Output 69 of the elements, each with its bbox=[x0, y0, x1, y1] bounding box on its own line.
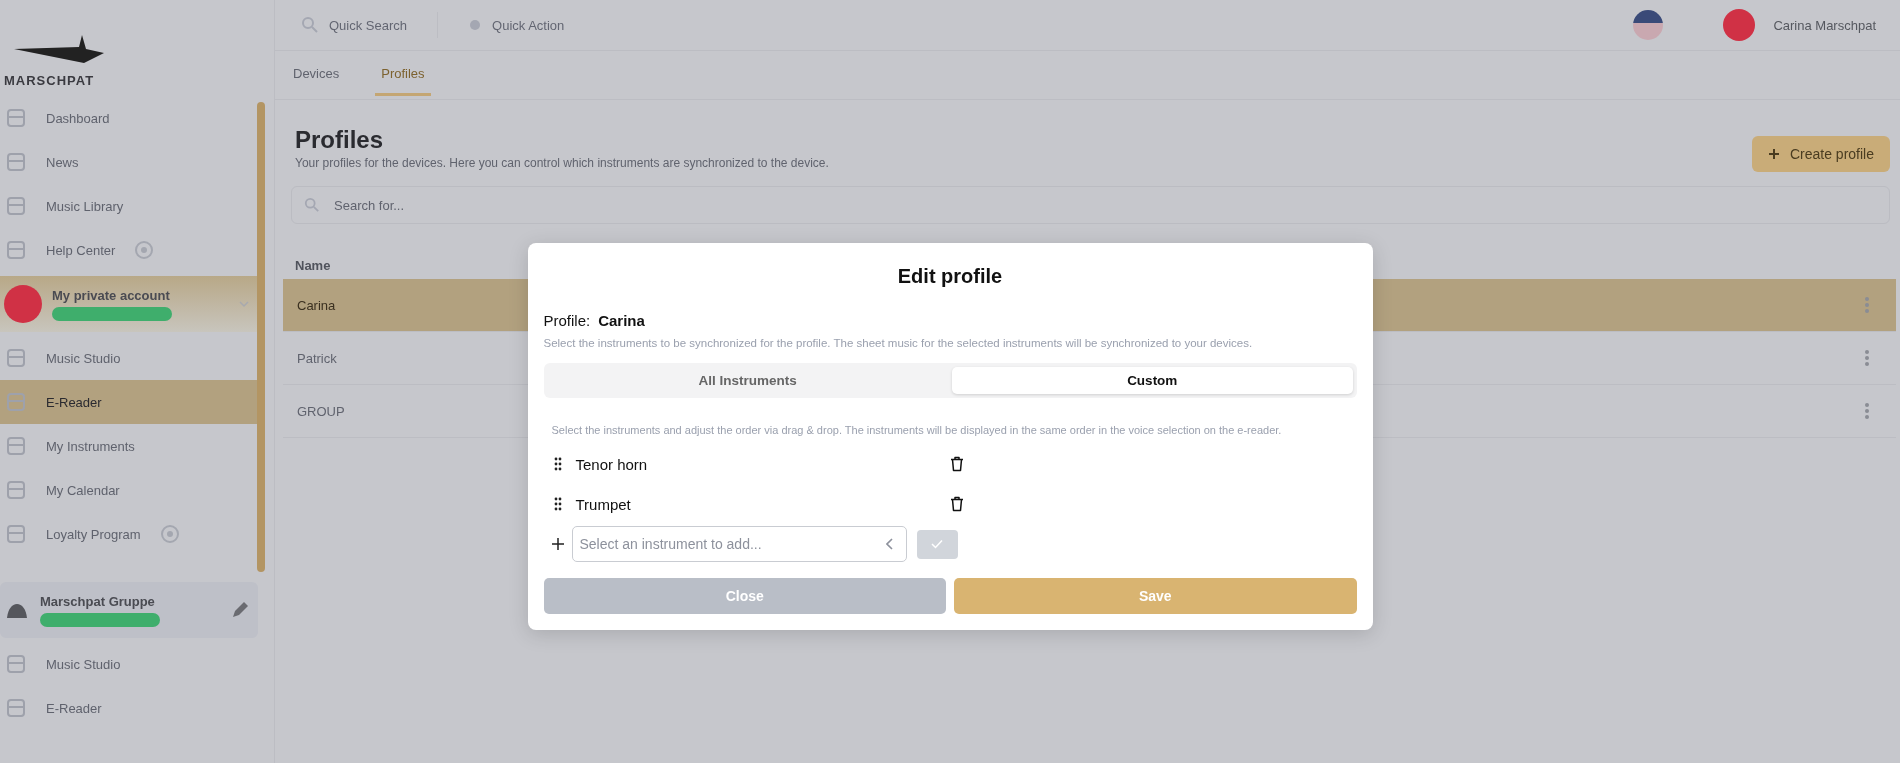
tab[interactable]: Profiles bbox=[375, 54, 431, 96]
account-name: My private account bbox=[52, 287, 171, 303]
sidebar-item[interactable]: Music Studio bbox=[0, 642, 258, 686]
avatar-icon bbox=[4, 285, 42, 323]
sidebar-item[interactable]: Help Center bbox=[0, 228, 258, 272]
info-icon bbox=[135, 241, 154, 259]
page-title: Profiles bbox=[295, 126, 385, 154]
column-header: Name bbox=[294, 257, 331, 275]
sidebar-item[interactable]: My Instruments bbox=[0, 424, 258, 468]
trash-icon[interactable] bbox=[949, 496, 964, 512]
user-name[interactable]: Carina Marschpat bbox=[1773, 17, 1876, 33]
square-icon bbox=[6, 152, 26, 172]
profile-label: Profile: bbox=[543, 312, 591, 329]
table-cell[interactable]: Carina bbox=[297, 297, 336, 313]
plus-icon[interactable] bbox=[551, 538, 564, 550]
square-icon bbox=[6, 240, 26, 260]
avatar-icon[interactable] bbox=[1723, 9, 1756, 41]
create-profile-button[interactable]: Create profile bbox=[1751, 136, 1890, 172]
logo-text: MARSCHPAT bbox=[4, 73, 96, 88]
dialog-description: Select the instruments to be synchronized for the profile. The sheet music for the selected instruments will be synchronized to your devices. bbox=[543, 337, 1254, 349]
tab[interactable]: Devices bbox=[287, 54, 346, 96]
square-icon bbox=[6, 392, 26, 412]
save-button[interactable]: Save bbox=[954, 578, 1357, 614]
profile-name: Carina bbox=[598, 312, 645, 329]
trash-icon[interactable] bbox=[949, 456, 964, 472]
chevron-icon bbox=[885, 538, 894, 550]
pencil-icon bbox=[230, 600, 250, 620]
dialog-title: Edit profile bbox=[896, 265, 1004, 288]
account-card[interactable]: My private account bbox=[0, 276, 258, 332]
table-cell[interactable]: GROUP bbox=[297, 403, 345, 419]
search-field[interactable]: Search for... bbox=[291, 186, 1890, 224]
grip-icon[interactable] bbox=[553, 457, 562, 471]
instructions-text: Select the instruments and adjust the order via drag & drop. The instruments will be displayed in the same order in the voice selection on the e-reader. bbox=[551, 424, 1283, 436]
sidebar-item[interactable]: My Calendar bbox=[0, 468, 258, 512]
group-card[interactable]: Marschpat Gruppe bbox=[0, 582, 258, 638]
sidebar-item[interactable]: Loyalty Program bbox=[0, 512, 258, 556]
sidebar-item[interactable]: E-Reader bbox=[0, 686, 258, 730]
square-icon bbox=[6, 348, 26, 368]
group-name: Marschpat Gruppe bbox=[40, 593, 156, 609]
square-icon bbox=[6, 698, 26, 718]
square-icon bbox=[6, 480, 26, 500]
segment-tab[interactable]: All Instruments bbox=[547, 367, 948, 394]
instrument-name: Trumpet bbox=[575, 495, 632, 513]
plus-icon bbox=[1767, 148, 1780, 160]
instrument-name: Tenor horn bbox=[575, 455, 649, 473]
square-icon bbox=[6, 108, 26, 128]
scrollbar-thumb[interactable] bbox=[257, 102, 265, 572]
page-subtitle: Your profiles for the devices. Here you can control which instruments are synchronized to the device. bbox=[295, 156, 829, 170]
table-cell[interactable]: Patrick bbox=[297, 350, 337, 366]
quick-action[interactable]: Quick Action bbox=[468, 17, 565, 33]
check-icon bbox=[931, 539, 943, 549]
chevron-icon bbox=[238, 298, 250, 310]
square-icon bbox=[6, 524, 26, 544]
square-icon bbox=[6, 196, 26, 216]
quick-search[interactable]: Quick Search bbox=[301, 16, 408, 34]
square-icon bbox=[6, 436, 26, 456]
search-icon bbox=[301, 16, 319, 34]
sidebar-item[interactable]: Dashboard bbox=[0, 96, 258, 140]
sidebar-item[interactable]: Music Studio bbox=[0, 336, 258, 380]
segment-tab[interactable]: Custom bbox=[952, 367, 1353, 394]
flag-icon[interactable] bbox=[1633, 10, 1664, 40]
search-icon bbox=[304, 197, 320, 213]
info-icon bbox=[160, 525, 179, 543]
sidebar-item[interactable]: Music Library bbox=[0, 184, 258, 228]
instrument-select[interactable]: Select an instrument to add... bbox=[571, 526, 907, 562]
grip-icon[interactable] bbox=[553, 497, 562, 511]
sidebar-item[interactable]: News bbox=[0, 140, 258, 184]
square-icon bbox=[6, 654, 26, 674]
sidebar-item[interactable]: E-Reader bbox=[0, 380, 258, 424]
